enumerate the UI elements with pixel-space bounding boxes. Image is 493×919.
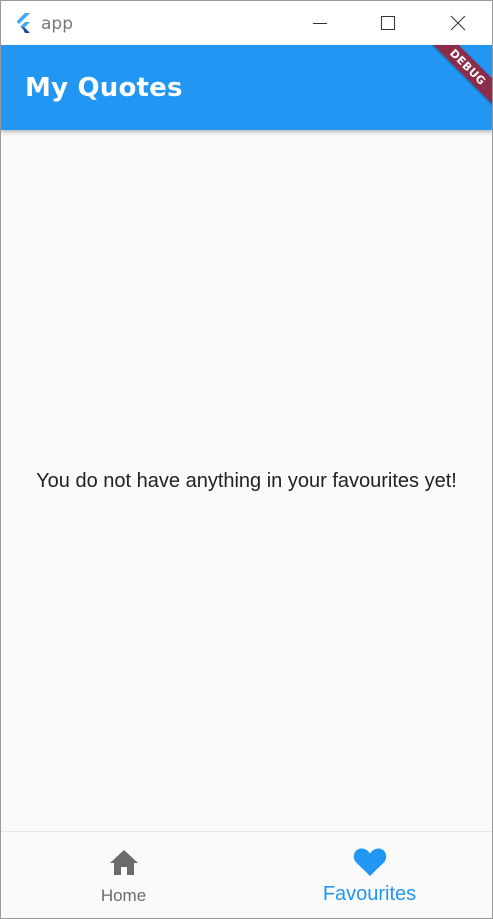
favourites-content: You do not have anything in your favouri… — [1, 130, 492, 831]
maximize-button[interactable] — [353, 1, 422, 45]
minimize-icon — [312, 23, 327, 24]
empty-state-message: You do not have anything in your favouri… — [36, 470, 457, 492]
close-icon — [450, 15, 465, 31]
debug-banner: DEBUG — [419, 45, 492, 116]
bottom-navigation-bar: Home Favourites — [1, 831, 492, 918]
page-title: My Quotes — [25, 73, 183, 103]
nav-item-home[interactable]: Home — [1, 832, 246, 918]
home-icon — [108, 848, 140, 880]
minimize-button[interactable] — [285, 1, 354, 45]
close-button[interactable] — [423, 1, 492, 45]
app-bar: My Quotes DEBUG — [1, 45, 492, 130]
maximize-icon — [380, 16, 395, 30]
nav-label-favourites: Favourites — [322, 883, 417, 905]
heart-icon — [353, 847, 387, 881]
nav-label-home: Home — [100, 886, 147, 905]
flutter-logo-icon — [13, 12, 35, 34]
app-window: app My Quotes DEBUG You do not have anyt… — [0, 0, 493, 919]
window-title-bar: app — [1, 1, 492, 45]
window-title: app — [41, 14, 73, 34]
nav-item-favourites[interactable]: Favourites — [247, 832, 492, 918]
